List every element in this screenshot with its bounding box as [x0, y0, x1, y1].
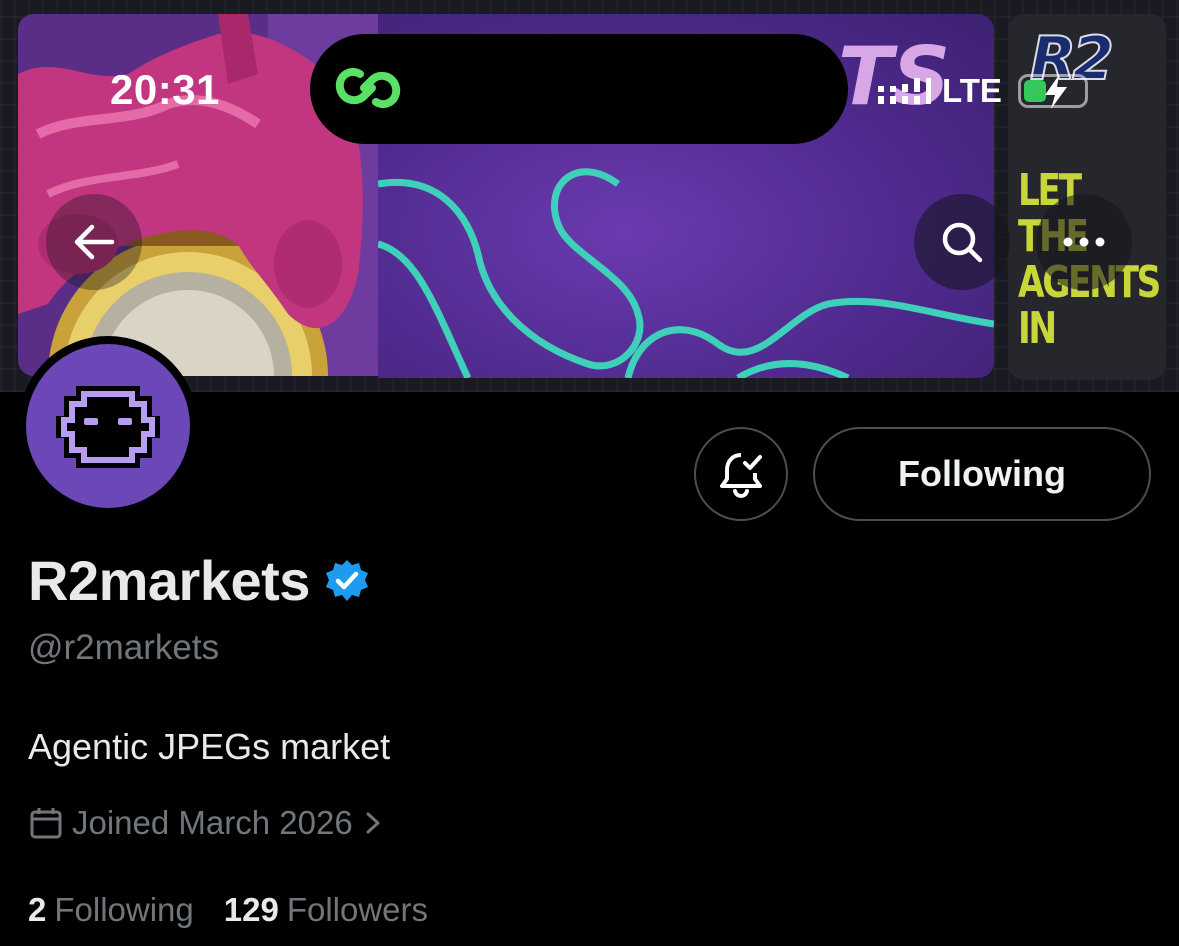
dynamic-island[interactable] [310, 34, 848, 144]
search-button[interactable] [914, 194, 1010, 290]
followers-label: Followers [286, 891, 429, 928]
search-icon [942, 222, 983, 263]
robot-face-icon [56, 386, 160, 468]
bio: Agentic JPEGs market [28, 726, 391, 767]
back-button[interactable] [46, 194, 142, 290]
verified-badge-icon[interactable] [324, 558, 370, 604]
bell-check-icon [720, 453, 762, 499]
charging-bolt-icon [1044, 75, 1067, 109]
following-button[interactable]: Following [813, 427, 1151, 521]
follow-counts: 2 Following 129 Followers [28, 891, 458, 929]
following-count-link[interactable]: 2 Following [28, 891, 224, 929]
display-name-row: R2markets [28, 548, 370, 613]
link-app-icon [335, 67, 401, 109]
followers-count-link[interactable]: 129 Followers [224, 891, 458, 929]
display-name: R2markets [28, 549, 310, 612]
status-indicators: LTE [876, 72, 1088, 110]
user-handle: @r2markets [28, 628, 220, 667]
avatar[interactable] [26, 344, 190, 508]
following-count: 2 [28, 891, 47, 928]
more-options-button[interactable] [1036, 194, 1132, 290]
chevron-right-icon [366, 812, 380, 834]
battery-icon [1017, 74, 1088, 109]
poster-line-4: IN [1018, 303, 1057, 354]
more-horizontal-icon [1063, 237, 1105, 247]
network-type: LTE [942, 72, 1002, 109]
notifications-button[interactable] [694, 427, 788, 521]
following-label: Following [54, 891, 194, 928]
joined-date: Joined March 2026 [72, 804, 353, 841]
joined-date-row[interactable]: Joined March 2026 [28, 804, 385, 842]
status-time: 20:31 [110, 66, 220, 113]
calendar-icon [30, 808, 62, 839]
signal-icon [878, 78, 931, 104]
arrow-left-icon [74, 224, 115, 260]
followers-count: 129 [223, 891, 279, 928]
